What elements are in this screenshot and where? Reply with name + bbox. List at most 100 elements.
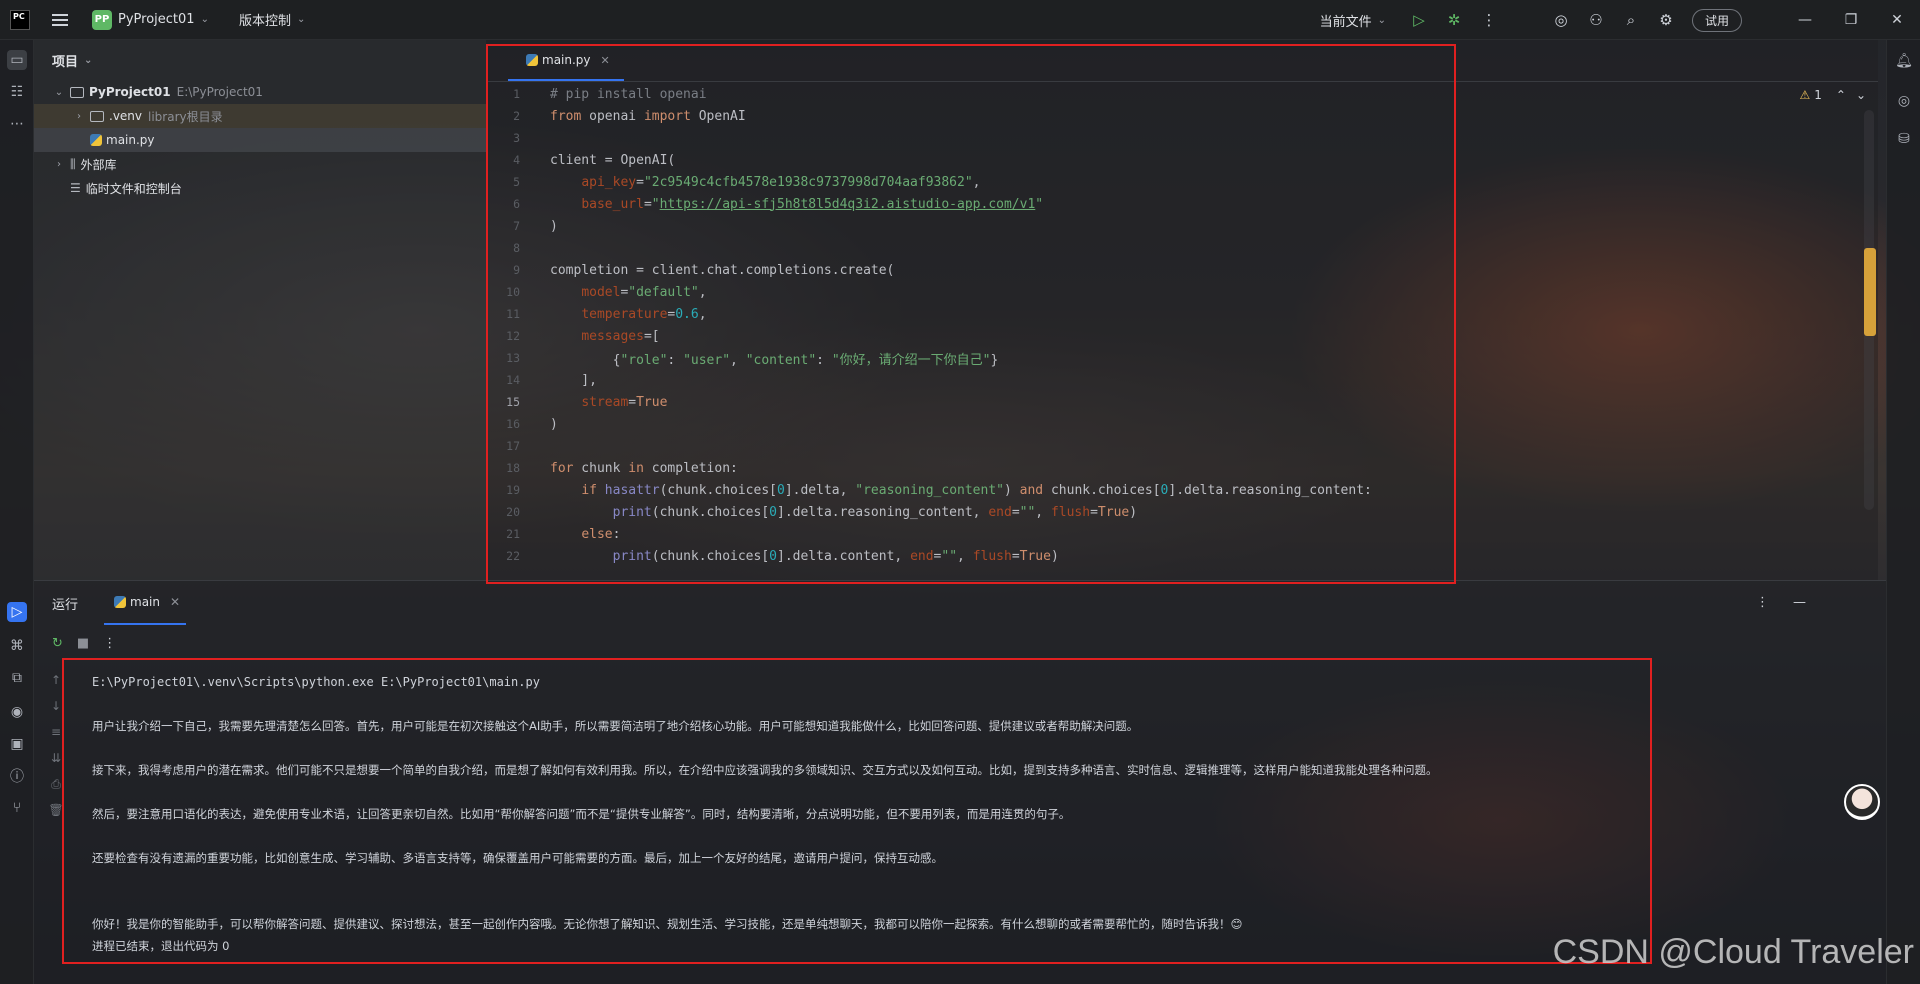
code-line[interactable]: 21 else: bbox=[486, 523, 1878, 545]
code-line[interactable]: 14 ], bbox=[486, 369, 1878, 391]
scroll-down-icon[interactable]: ↓ bbox=[46, 699, 66, 725]
code-text: print(chunk.choices[0].delta.reasoning_c… bbox=[612, 504, 1138, 520]
console-line: E:\PyProject01\.venv\Scripts\python.exe … bbox=[92, 675, 540, 689]
code-area[interactable]: 1 # pip install openai 2 from openai import… bbox=[486, 83, 1878, 567]
pycharm-logo: PC bbox=[10, 9, 30, 30]
tree-item-root[interactable]: ⌄ PyProject01 E:\PyProject01 bbox=[34, 80, 486, 104]
tree-item-main-py[interactable]: main.py bbox=[34, 128, 486, 152]
add-user-icon[interactable]: ⚇ bbox=[1587, 11, 1605, 29]
chevron-down-icon[interactable]: ⌄ bbox=[52, 87, 66, 98]
code-line[interactable]: 6 base_url="https://api-sfj5h8t8l5d4q3i2… bbox=[486, 193, 1878, 215]
console-side-toolbar: ↑ ↓ ≡ ⇊ ⎙ 🗑︎ bbox=[46, 673, 66, 829]
chevron-right-icon[interactable]: › bbox=[52, 159, 66, 170]
print-icon[interactable]: ⎙ bbox=[46, 777, 66, 803]
code-line[interactable]: 16) bbox=[486, 413, 1878, 435]
tree-item-scratches[interactable]: ☰ 临时文件和控制台 bbox=[34, 176, 486, 200]
gear-icon[interactable]: ⚙ bbox=[1657, 11, 1675, 29]
console-output[interactable]: E:\PyProject01\.venv\Scripts\python.exe … bbox=[92, 671, 1692, 957]
notifications-icon[interactable]: 🔔︎ bbox=[1895, 52, 1913, 70]
code-line[interactable]: 13 {"role": "user", "content": "你好，请介绍一下… bbox=[486, 347, 1878, 369]
code-text: for chunk in completion: bbox=[550, 460, 738, 476]
structure-icon[interactable]: ☷ bbox=[7, 82, 27, 102]
code-line[interactable]: 3 bbox=[486, 127, 1878, 149]
code-line[interactable]: 19 if hasattr(chunk.choices[0].delta, "r… bbox=[486, 479, 1878, 501]
code-line[interactable]: 5 api_key="2c9549c4cfb4578e1938c9737998d… bbox=[486, 171, 1878, 193]
trash-icon[interactable]: 🗑︎ bbox=[46, 803, 66, 829]
project-panel-title: 项目 bbox=[52, 54, 79, 70]
folder-icon bbox=[90, 110, 104, 122]
soft-wrap-icon[interactable]: ≡ bbox=[46, 725, 66, 751]
code-line[interactable]: 20 print(chunk.choices[0].delta.reasonin… bbox=[486, 501, 1878, 523]
code-line[interactable]: 17 bbox=[486, 435, 1878, 457]
avatar[interactable] bbox=[1844, 784, 1880, 820]
code-line[interactable]: 15 stream=True bbox=[486, 391, 1878, 413]
python-packages-icon[interactable]: ⧉ bbox=[7, 668, 27, 688]
minimize-icon[interactable]: — bbox=[1782, 12, 1828, 28]
hamburger-icon[interactable] bbox=[52, 13, 70, 27]
project-badge: PP bbox=[92, 9, 112, 30]
problems-icon[interactable]: ⓘ bbox=[7, 766, 27, 786]
console-line: 接下来，我得考虑用户的潜在需求。他们可能不只是想要一个简单的自我介绍，而是想了解… bbox=[92, 763, 1438, 777]
code-line[interactable]: 10 model="default", bbox=[486, 281, 1878, 303]
code-line[interactable]: 12 messages=[ bbox=[486, 325, 1878, 347]
title-bar-actions: 当前文件 ⌄ ▷ ✲ ⋮ ◎ ⚇ ⌕ ⚙ 试用 — ❐ ✕ bbox=[1320, 0, 1920, 40]
git-icon[interactable]: ⑂ bbox=[7, 798, 27, 818]
close-icon[interactable]: ✕ bbox=[1874, 12, 1920, 28]
more-vertical-icon[interactable]: ⋮ bbox=[1756, 595, 1769, 610]
code-line[interactable]: 22 print(chunk.choices[0].delta.content,… bbox=[486, 545, 1878, 567]
run-icon[interactable]: ▷ bbox=[1410, 11, 1428, 29]
terminal-icon[interactable]: ▣ bbox=[7, 734, 27, 754]
project-panel-header[interactable]: 项目 ⌄ bbox=[34, 40, 486, 80]
close-icon[interactable]: ✕ bbox=[601, 54, 610, 67]
close-icon[interactable]: ✕ bbox=[170, 595, 180, 609]
venv-folder-note: library根目录 bbox=[148, 109, 223, 124]
code-line[interactable]: 2 from openai import OpenAI bbox=[486, 105, 1878, 127]
ai-chat-icon[interactable]: ◎ bbox=[1895, 92, 1913, 110]
run-config-selector[interactable]: 当前文件 ⌄ bbox=[1320, 11, 1386, 30]
scroll-to-end-icon[interactable]: ⇊ bbox=[46, 751, 66, 777]
line-number: 16 bbox=[506, 417, 520, 431]
editor-tab-main-py[interactable]: main.py ✕ bbox=[508, 41, 624, 81]
run-tab-main[interactable]: main ✕ bbox=[104, 581, 187, 625]
more-vertical-icon[interactable]: ⋮ bbox=[103, 636, 116, 651]
services-icon[interactable]: ◉ bbox=[7, 702, 27, 722]
scroll-up-icon[interactable]: ↑ bbox=[46, 673, 66, 699]
code-text: ) bbox=[550, 218, 558, 234]
code-line[interactable]: 11 temperature=0.6, bbox=[486, 303, 1878, 325]
more-horizontal-icon[interactable]: ⋯ bbox=[7, 114, 27, 134]
code-line[interactable]: 7) bbox=[486, 215, 1878, 237]
vcs-menu[interactable]: 版本控制 ⌄ bbox=[239, 10, 305, 29]
ai-assistant-icon[interactable]: ◎ bbox=[1552, 11, 1570, 29]
line-number: 10 bbox=[506, 285, 520, 299]
code-line[interactable]: 4 client = OpenAI( bbox=[486, 149, 1878, 171]
project-switcher[interactable]: PP PyProject01 ⌄ bbox=[92, 9, 209, 30]
tree-item-external-libs[interactable]: › ⫼ 外部库 bbox=[34, 152, 486, 176]
debug-icon[interactable]: ✲ bbox=[1445, 11, 1463, 29]
chevron-right-icon[interactable]: › bbox=[72, 111, 86, 122]
run-icon[interactable]: ▷ bbox=[7, 602, 27, 622]
editor-scrollbar-thumb[interactable] bbox=[1864, 248, 1876, 336]
line-number: 12 bbox=[506, 329, 520, 343]
code-text: ) bbox=[550, 416, 558, 432]
code-line[interactable]: 8 bbox=[486, 237, 1878, 259]
hide-panel-icon[interactable]: — bbox=[1793, 595, 1806, 610]
line-number: 5 bbox=[513, 175, 520, 189]
console-line: 进程已结束，退出代码为 0 bbox=[92, 939, 230, 953]
stop-icon[interactable]: ■ bbox=[77, 636, 89, 651]
rerun-icon[interactable]: ↻ bbox=[52, 636, 63, 651]
python-console-icon[interactable]: ⌘ bbox=[7, 636, 27, 656]
code-line[interactable]: 9 completion = client.chat.completions.cr… bbox=[486, 259, 1878, 281]
line-number: 1 bbox=[513, 87, 520, 101]
folder-icon[interactable]: ▭ bbox=[7, 50, 27, 70]
code-line[interactable]: 18 for chunk in completion: bbox=[486, 457, 1878, 479]
try-button[interactable]: 试用 bbox=[1691, 8, 1742, 32]
code-line[interactable]: 1 # pip install openai bbox=[486, 83, 1878, 105]
search-icon[interactable]: ⌕ bbox=[1622, 11, 1640, 29]
restore-icon[interactable]: ❐ bbox=[1828, 12, 1874, 28]
database-icon[interactable]: ⛁ bbox=[1895, 130, 1913, 148]
more-vertical-icon[interactable]: ⋮ bbox=[1480, 11, 1498, 29]
tree-item-venv[interactable]: › .venv library根目录 bbox=[34, 104, 486, 128]
